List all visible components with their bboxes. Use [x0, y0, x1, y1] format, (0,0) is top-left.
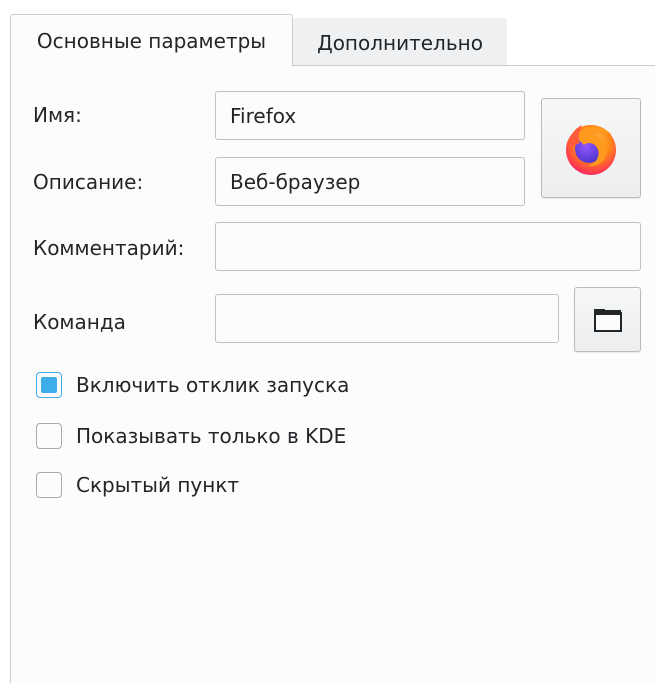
hidden-entry-checkbox[interactable]: Скрытый пункт: [36, 472, 239, 498]
tab-advanced[interactable]: Дополнительно: [293, 18, 507, 66]
name-input[interactable]: [215, 91, 525, 140]
general-tab-panel: Имя: Описание:: [10, 65, 655, 683]
launch-feedback-checkbox[interactable]: Включить отклик запуска: [36, 372, 349, 398]
tab-general[interactable]: Основные параметры: [10, 14, 293, 66]
only-kde-checkbox-box[interactable]: [36, 423, 62, 449]
hidden-entry-checkbox-box[interactable]: [36, 472, 62, 498]
properties-dialog: Основные параметры Дополнительно Имя: Оп…: [0, 0, 655, 683]
only-kde-checkbox[interactable]: Показывать только в KDE: [36, 423, 346, 449]
comment-input[interactable]: [215, 222, 641, 271]
firefox-icon: [566, 125, 616, 175]
name-label: Имя:: [33, 103, 82, 127]
hidden-entry-label: Скрытый пункт: [76, 473, 240, 497]
browse-command-button[interactable]: [574, 287, 641, 352]
app-icon-button[interactable]: [541, 98, 641, 198]
description-label: Описание:: [33, 170, 144, 194]
command-input[interactable]: [215, 294, 559, 343]
comment-label: Комментарий:: [33, 236, 185, 260]
only-kde-label: Показывать только в KDE: [76, 424, 347, 448]
folder-icon: [593, 308, 622, 332]
tab-advanced-label: Дополнительно: [317, 30, 483, 55]
launch-feedback-label: Включить отклик запуска: [76, 373, 350, 397]
launch-feedback-checkbox-box[interactable]: [36, 372, 62, 398]
tab-bar: Основные параметры Дополнительно: [10, 14, 507, 66]
command-label: Команда: [33, 310, 126, 334]
description-input[interactable]: [215, 157, 525, 206]
tab-general-label: Основные параметры: [36, 28, 267, 53]
